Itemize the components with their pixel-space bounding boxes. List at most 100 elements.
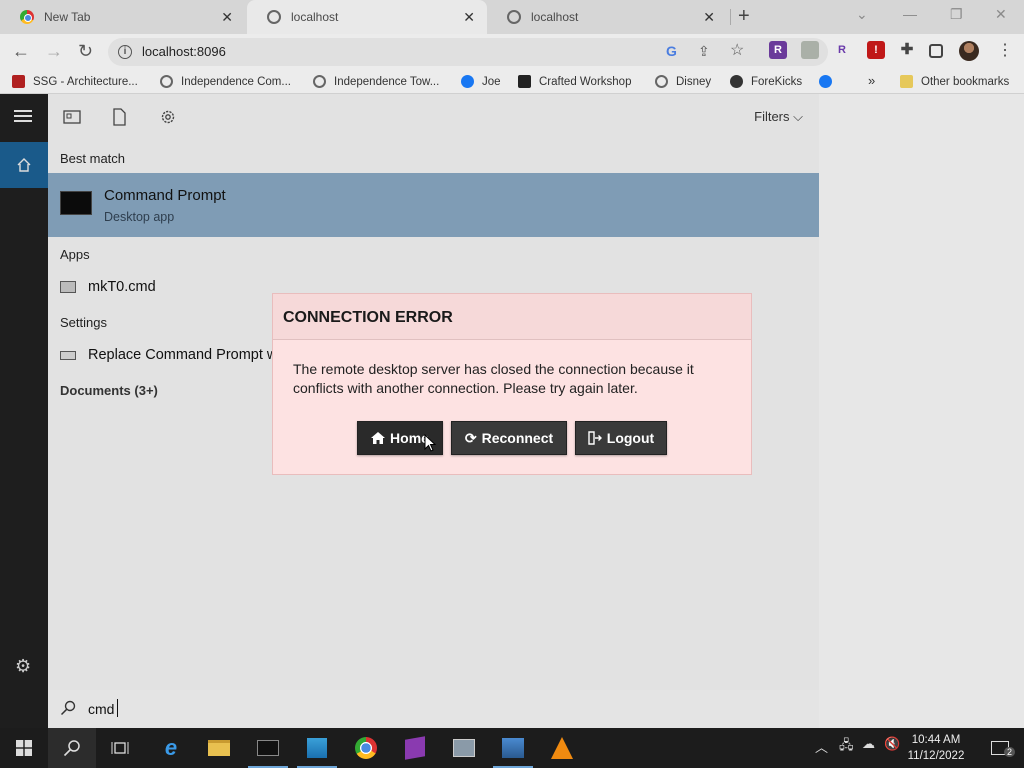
- taskbar-search-button[interactable]: [48, 728, 96, 768]
- best-match-result[interactable]: Command Prompt Desktop app: [48, 173, 819, 237]
- omnibox[interactable]: i localhost:8096: [108, 38, 828, 66]
- refresh-icon: ⟳: [464, 429, 477, 446]
- extension-grey-icon[interactable]: [801, 41, 819, 59]
- share-icon[interactable]: ⇪: [698, 43, 710, 60]
- search-icon: [63, 740, 80, 757]
- close-icon[interactable]: ✕: [221, 9, 233, 26]
- remote-desktop-icon: [453, 739, 475, 757]
- bookmark-label: Joe: [482, 75, 501, 88]
- network-icon: [502, 738, 524, 758]
- side-panel-icon[interactable]: [929, 44, 943, 58]
- system-clock[interactable]: 10:44 AM 11/12/2022: [904, 732, 968, 764]
- tab-new-tab[interactable]: New Tab ✕: [0, 0, 245, 34]
- tab-search-icon[interactable]: ⌄: [856, 6, 868, 23]
- settings-result-icon: [60, 350, 76, 360]
- command-prompt-icon: [60, 191, 92, 215]
- app-result[interactable]: mkT0.cmd: [60, 279, 156, 295]
- globe-icon: [267, 10, 281, 24]
- bookmark-item[interactable]: Disney: [655, 75, 711, 88]
- network-tray-icon[interactable]: 🖧: [839, 736, 854, 758]
- extension-r2-icon[interactable]: R: [833, 41, 851, 59]
- tab-localhost[interactable]: localhost ✕: [487, 0, 727, 34]
- clock-date: 11/12/2022: [907, 750, 965, 762]
- logout-button[interactable]: Logout: [575, 421, 667, 455]
- extension-red-icon[interactable]: !: [867, 41, 885, 59]
- minimize-icon[interactable]: —: [903, 6, 917, 22]
- visual-studio-app[interactable]: [391, 728, 439, 768]
- logout-button-label: Logout: [606, 430, 655, 446]
- task-view-button[interactable]: [96, 728, 144, 768]
- tab-localhost-active[interactable]: localhost ✕: [247, 0, 487, 34]
- site-info-icon[interactable]: i: [118, 45, 132, 59]
- close-window-icon[interactable]: ✕: [995, 6, 1007, 23]
- home-icon: [17, 158, 31, 172]
- bookmark-label: Disney: [676, 75, 712, 88]
- more-bookmarks-button[interactable]: »: [868, 73, 875, 88]
- settings-filter-icon[interactable]: [159, 108, 177, 126]
- server-app[interactable]: [293, 728, 341, 768]
- bookmark-item[interactable]: [819, 75, 840, 88]
- forward-icon[interactable]: →: [45, 41, 63, 62]
- bookmark-item[interactable]: Joe: [461, 75, 501, 88]
- extension-r-icon[interactable]: R: [769, 41, 787, 59]
- windows-logo-icon: [16, 740, 32, 756]
- bookmark-item[interactable]: Independence Tow...: [313, 75, 439, 88]
- settings-gear-icon[interactable]: ⚙: [15, 656, 31, 677]
- settings-result-label: Replace Command Prompt w: [88, 347, 278, 363]
- reconnect-button[interactable]: ⟳ Reconnect: [451, 421, 567, 455]
- home-icon: [371, 432, 386, 444]
- apps-filter-icon[interactable]: [63, 108, 81, 126]
- back-icon[interactable]: ←: [12, 41, 30, 62]
- remote-desktop-app[interactable]: [440, 728, 488, 768]
- chrome-app[interactable]: [342, 728, 390, 768]
- other-bookmarks[interactable]: Other bookmarks: [900, 75, 1009, 88]
- volume-muted-icon[interactable]: 🔇: [884, 736, 900, 752]
- bookmark-item[interactable]: Crafted Workshop: [518, 75, 631, 88]
- bookmark-item[interactable]: Independence Com...: [160, 75, 291, 88]
- start-button[interactable]: [0, 728, 48, 768]
- best-match-subtitle: Desktop app: [104, 210, 175, 224]
- bookmark-star-icon[interactable]: ☆: [730, 40, 744, 60]
- terminal-app[interactable]: [244, 728, 292, 768]
- settings-result[interactable]: Replace Command Prompt w: [60, 347, 277, 363]
- onedrive-tray-icon[interactable]: ☁: [862, 736, 875, 752]
- tab-strip: New Tab ✕ localhost ✕ localhost ✕ + ⌄ — …: [0, 0, 1024, 34]
- tab-separator: [730, 9, 731, 25]
- menu-dots-icon[interactable]: ⋮: [997, 40, 1013, 60]
- apps-heading: Apps: [60, 247, 90, 262]
- profile-avatar[interactable]: [959, 41, 979, 61]
- close-icon[interactable]: ✕: [703, 9, 715, 26]
- mouse-cursor-icon: [424, 434, 436, 452]
- search-query[interactable]: cmd: [88, 701, 114, 717]
- hamburger-icon[interactable]: [14, 110, 32, 122]
- bookmark-item[interactable]: SSG - Architecture...: [12, 75, 138, 88]
- facebook-icon: [819, 75, 832, 88]
- chrome-icon: [20, 10, 34, 24]
- google-icon[interactable]: G: [666, 43, 677, 59]
- close-icon[interactable]: ✕: [463, 9, 475, 26]
- url-text[interactable]: localhost:8096: [142, 44, 226, 59]
- new-tab-button[interactable]: +: [738, 5, 750, 28]
- reload-icon[interactable]: ↻: [78, 41, 93, 62]
- reconnect-button-label: Reconnect: [481, 430, 554, 446]
- filters-dropdown[interactable]: Filters ⌵: [754, 109, 803, 125]
- bookmark-label: Independence Tow...: [334, 75, 440, 88]
- documents-filter-icon[interactable]: [110, 108, 128, 126]
- tab-label: localhost: [531, 10, 579, 24]
- folder-icon: [900, 75, 913, 88]
- edge-app[interactable]: e: [147, 728, 195, 768]
- file-explorer-app[interactable]: [195, 728, 243, 768]
- notifications-button[interactable]: 2: [976, 728, 1024, 768]
- start-search-box[interactable]: cmd: [48, 690, 819, 728]
- documents-heading[interactable]: Documents (3+): [60, 383, 158, 398]
- start-home-button[interactable]: [0, 142, 48, 188]
- tray-chevron-icon[interactable]: ︿: [815, 737, 828, 756]
- best-match-heading: Best match: [60, 151, 126, 166]
- bookmark-label: Other bookmarks: [921, 75, 1010, 88]
- bookmark-item[interactable]: ForeKicks: [730, 75, 802, 88]
- network-app[interactable]: [489, 728, 537, 768]
- restore-icon[interactable]: ❐: [950, 6, 963, 23]
- chevron-down-icon: ⌵: [793, 109, 803, 124]
- vlc-app[interactable]: [538, 728, 586, 768]
- extensions-puzzle-icon[interactable]: ✚: [898, 41, 916, 59]
